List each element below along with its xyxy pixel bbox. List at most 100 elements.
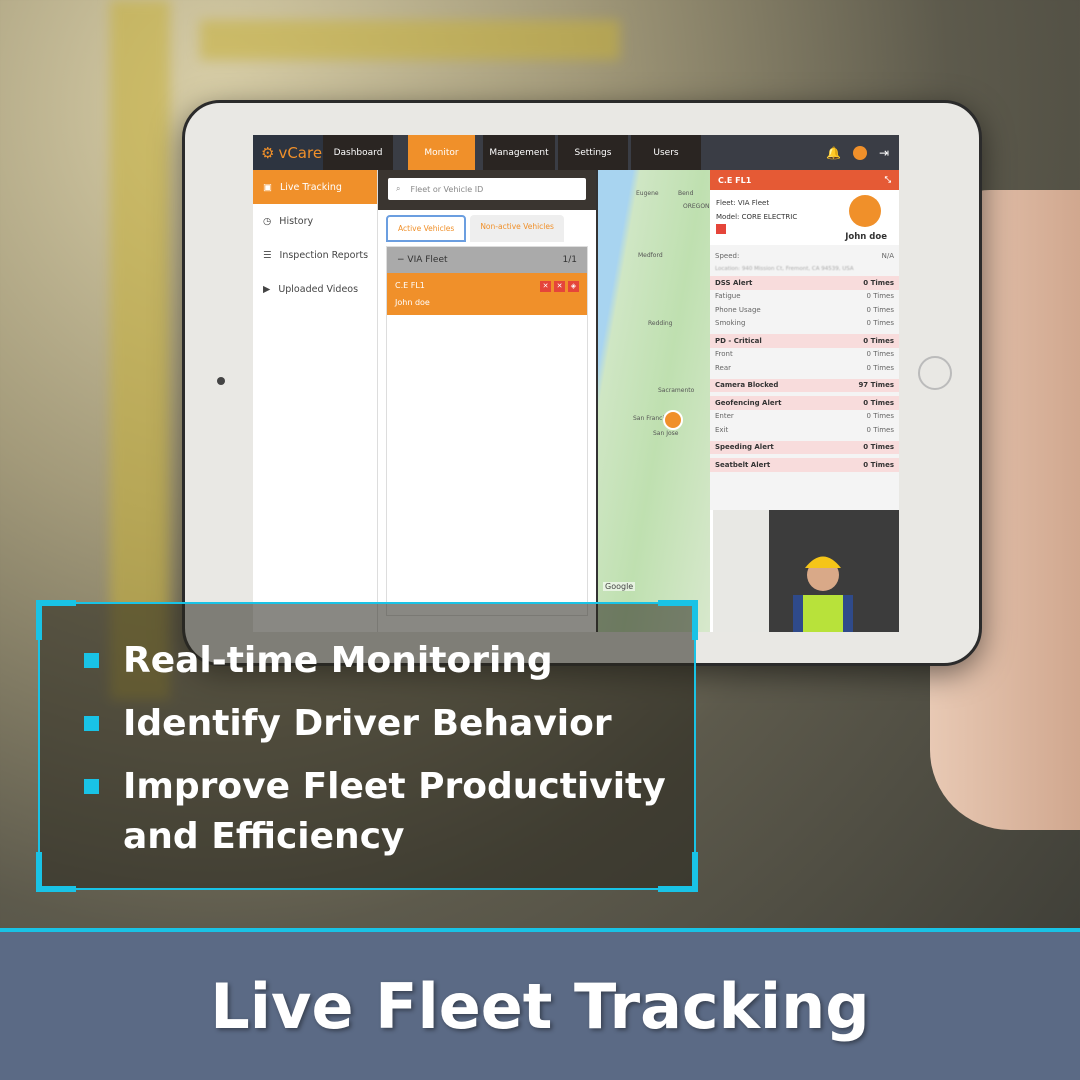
alert-label: Enter — [715, 412, 734, 421]
fleet-count: 1/1 — [562, 255, 577, 265]
alert-label: Seatbelt Alert — [715, 460, 771, 469]
label: History — [279, 215, 314, 227]
alert-value: 0 Times — [863, 278, 894, 287]
map-label: Bend — [678, 190, 694, 197]
speed-value: N/A — [881, 251, 894, 260]
bullet-icon — [84, 716, 99, 731]
shield-icon — [716, 224, 726, 234]
alert-row: DSS Alert 0 Times — [710, 276, 899, 290]
panel-title: C.E FL1 — [718, 175, 752, 185]
alert-label: DSS Alert — [715, 278, 753, 287]
list-icon: ☰ — [263, 249, 272, 261]
alert-label: Phone Usage — [715, 305, 761, 314]
map-icon: ▣ — [263, 181, 272, 193]
alerts-list: DSS Alert 0 Times Fatigue 0 Times Phone Usag… — [710, 276, 899, 472]
bullet-icon — [84, 653, 99, 668]
nav-settings[interactable]: Settings — [558, 135, 628, 170]
nav-users[interactable]: Users — [631, 135, 701, 170]
label: Uploaded Videos — [278, 283, 359, 295]
collapse-icon[interactable]: ⤡ — [885, 175, 891, 185]
alert-row: Geofencing Alert 0 Times — [710, 396, 899, 410]
alert-value: 0 Times — [866, 350, 894, 359]
driver-camera-feed[interactable] — [713, 510, 899, 632]
alert-value: 0 Times — [863, 398, 894, 407]
vehicle-detail-panel: C.E FL1 ⤡ Fleet: VIA Fleet Model: CORE EL… — [710, 170, 899, 510]
alert-row: Front 0 Times — [710, 348, 899, 362]
alert-label: Rear — [715, 363, 732, 372]
map-label: Medford — [638, 252, 663, 259]
driver-avatar — [849, 195, 881, 227]
feature-text: Identify Driver Behavior — [123, 703, 612, 744]
banner-title: Live Fleet Tracking — [0, 928, 1080, 1080]
sidebar-item-live-tracking[interactable]: ▣ Live Tracking — [253, 170, 377, 204]
alert-value: 0 Times — [866, 412, 894, 421]
forklift-mast — [110, 0, 170, 700]
driver-name: John doe — [845, 232, 887, 242]
feature-item: Improve Fleet Productivity and Efficiency — [84, 762, 666, 862]
sidebar: ▣ Live Tracking ◷ History ☰ Inspection Repo… — [253, 170, 378, 632]
feature-text: Real-time Monitoring — [123, 640, 553, 681]
alert-label: Fatigue — [715, 292, 741, 301]
alert-label: Exit — [715, 425, 729, 434]
vehicle-marker[interactable] — [663, 410, 683, 430]
nav-management[interactable]: Management — [483, 135, 555, 170]
map[interactable]: Eugene Bend OREGON Medford Redding Sacra… — [598, 170, 710, 632]
label: Live Tracking — [279, 181, 342, 193]
fleet-group-header[interactable]: − VIA Fleet 1/1 — [387, 247, 587, 273]
alert-label: Speeding Alert — [715, 443, 774, 452]
video-icon: ▶ — [263, 283, 271, 295]
alert-label: PD - Critical — [715, 336, 762, 345]
search-input[interactable]: ⌕ Fleet or Vehicle ID — [388, 178, 586, 200]
logo[interactable]: ⚙ vCare — [253, 135, 323, 170]
search-placeholder: Fleet or Vehicle ID — [410, 184, 484, 194]
map-attribution: Google — [603, 582, 636, 591]
alert-icon: ✕ — [554, 281, 565, 292]
alert-row: Rear 0 Times — [710, 361, 899, 375]
alert-row: PD - Critical 0 Times — [710, 334, 899, 348]
map-label: OREGON — [683, 203, 710, 210]
sidebar-item-uploaded-videos[interactable]: ▶ Uploaded Videos — [253, 272, 377, 306]
vehicle-item[interactable]: C.E FL1 John doe ✕ ✕ ◈ — [387, 273, 587, 315]
logo-icon: ⚙ — [261, 143, 275, 162]
map-label: Eugene — [636, 190, 659, 197]
bell-icon[interactable]: 🔔 — [826, 146, 841, 160]
alert-value: 0 Times — [866, 292, 894, 301]
nav-dashboard[interactable]: Dashboard — [323, 135, 393, 170]
alert-value: 0 Times — [863, 443, 894, 452]
alert-value: 0 Times — [866, 305, 894, 314]
home-button[interactable] — [918, 356, 952, 390]
feature-text: Improve Fleet Productivity — [123, 766, 666, 807]
alert-row: Phone Usage 0 Times — [710, 303, 899, 317]
map-label: Sacramento — [658, 387, 695, 394]
logo-text: vCare — [278, 143, 323, 162]
alert-row: Camera Blocked 97 Times — [710, 378, 899, 392]
alert-row: Enter 0 Times — [710, 410, 899, 424]
alert-label: Camera Blocked — [715, 381, 779, 390]
clock-icon: ◷ — [263, 215, 272, 227]
user-avatar[interactable] — [852, 145, 867, 160]
top-nav: ⚙ vCare Dashboard Monitor Management Sett… — [253, 135, 899, 170]
location: Location: 940 Mission Ct, Fremont, CA 94… — [715, 266, 854, 273]
driver-image — [793, 556, 853, 632]
logout-icon[interactable]: ⇥ — [879, 146, 889, 160]
alert-value: 0 Times — [863, 336, 894, 345]
alert-icon: ✕ — [540, 281, 551, 292]
sidebar-item-inspection-reports[interactable]: ☰ Inspection Reports — [253, 238, 377, 272]
alert-row: Exit 0 Times — [710, 423, 899, 437]
vehicle-list: ⌕ Fleet or Vehicle ID Active Vehicles Non… — [378, 170, 598, 632]
tab-active-vehicles[interactable]: Active Vehicles — [386, 215, 467, 242]
alert-value: 0 Times — [866, 363, 894, 372]
alert-row: Speeding Alert 0 Times — [710, 440, 899, 454]
speed-label: Speed: — [715, 251, 740, 260]
tab-non-active-vehicles[interactable]: Non-active Vehicles — [470, 215, 564, 242]
search-icon: ⌕ — [396, 184, 401, 193]
map-label: San Jose — [653, 430, 679, 437]
vehicle-driver: John doe — [395, 298, 430, 307]
nav-monitor[interactable]: Monitor — [408, 135, 475, 170]
label: Inspection Reports — [279, 249, 369, 261]
alert-value: 0 Times — [866, 319, 894, 328]
fleet-name: VIA Fleet — [407, 255, 448, 265]
alert-row: Seatbelt Alert 0 Times — [710, 458, 899, 472]
alert-label: Geofencing Alert — [715, 398, 782, 407]
sidebar-item-history[interactable]: ◷ History — [253, 204, 377, 238]
